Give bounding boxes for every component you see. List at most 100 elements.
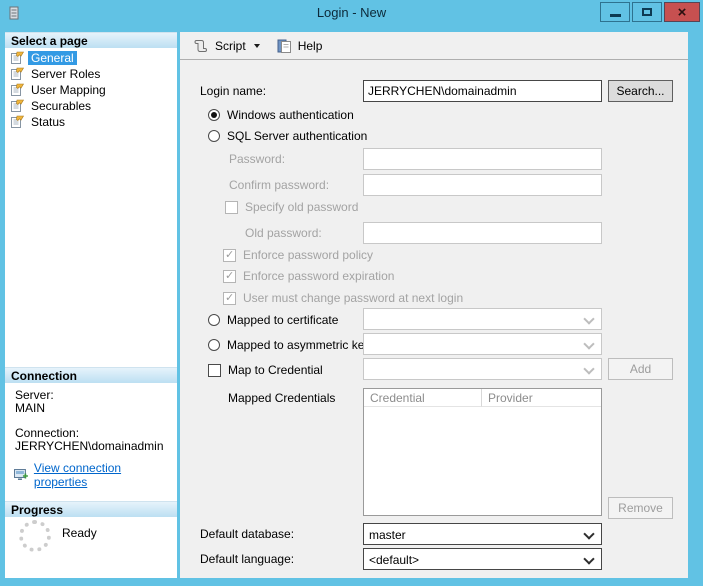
sidebar-item-label: Server Roles [31,67,101,81]
enforce-policy-label: Enforce password policy [243,248,374,262]
script-icon [194,39,207,52]
checkbox-checked-icon [223,291,236,305]
progress-spinner-icon [19,520,51,552]
window-title: Login - New [316,5,387,20]
confirm-password-label: Confirm password: [229,178,330,192]
sidebar-item-general[interactable]: General [9,50,77,66]
login-name-input[interactable] [363,80,602,102]
view-connection-properties-link[interactable]: View connection properties [34,461,177,489]
script-dropdown-icon[interactable] [253,43,260,48]
script-button-label: Script [215,38,246,53]
remove-button: Remove [608,497,673,519]
connection-properties-icon [13,469,28,480]
minimize-icon [609,14,621,17]
mapped-asymmetric-label: Mapped to asymmetric key [227,338,371,352]
radio-unselected-icon [208,314,220,326]
mapped-certificate-label: Mapped to certificate [227,313,339,327]
default-database-label: Default database: [200,527,295,541]
help-button-label: Help [297,38,323,53]
checkbox-icon [225,200,238,214]
select-a-page-header: Select a page [5,32,177,48]
help-button[interactable]: Help [272,36,327,56]
sidebar-item-user-mapping[interactable]: User Mapping [9,82,109,98]
sql-auth-radio[interactable]: SQL Server authentication [208,129,367,143]
checkbox-icon [208,363,221,377]
chevron-down-icon[interactable] [583,528,595,540]
chevron-down-icon [583,363,595,375]
window-controls: × [600,2,700,22]
enforce-expiration-checkbox: Enforce password expiration [223,269,394,283]
radio-unselected-icon [208,130,220,142]
page-icon [11,51,25,64]
login-new-dialog: Login - New × Select a page General Serv… [0,0,703,586]
server-value: MAIN [15,401,45,415]
page-icon [11,67,25,80]
radio-selected-icon [208,109,220,121]
confirm-password-input [363,174,602,196]
default-language-combobox[interactable]: <default> [363,548,602,570]
progress-status: Ready [62,526,97,540]
sidebar-item-label: General [28,51,77,65]
minimize-button[interactable] [600,2,630,22]
connection-label: Connection: [15,426,80,440]
sql-auth-label: SQL Server authentication [227,129,368,143]
table-header-row: Credential Provider [364,389,601,407]
old-password-label: Old password: [245,226,322,240]
mapped-credentials-label: Mapped Credentials [228,391,336,405]
script-button[interactable]: Script [188,36,264,56]
login-name-label: Login name: [200,84,267,98]
add-button: Add [608,358,673,380]
page-icon [11,115,25,128]
help-icon [277,39,291,53]
titlebar[interactable]: Login - New × [0,0,703,26]
default-database-combobox[interactable]: master [363,523,602,545]
default-language-label: Default language: [200,552,295,566]
credential-column-header[interactable]: Credential [364,389,482,407]
page-icon [11,99,25,112]
close-icon: × [677,3,687,21]
asymmetric-key-combobox [363,333,602,355]
page-icon [11,83,25,96]
must-change-label: User must change password at next login [243,291,464,305]
password-label: Password: [229,152,286,166]
connection-value: JERRYCHEN\domainadmin [15,439,164,453]
enforce-policy-checkbox: Enforce password policy [223,248,373,262]
sidebar: Select a page General Server Roles User … [5,32,177,578]
main-panel: Script Help Login name: Search... Window… [180,32,688,578]
windows-auth-radio[interactable]: Windows authentication [208,108,354,122]
maximize-icon [642,8,652,16]
toolbar: Script Help [180,32,688,60]
specify-old-password-label: Specify old password [245,200,359,214]
maximize-button[interactable] [632,2,662,22]
mapped-credentials-table[interactable]: Credential Provider [363,388,602,516]
checkbox-checked-icon [223,269,236,283]
sidebar-item-label: User Mapping [31,83,106,97]
chevron-down-icon [583,313,595,325]
checkbox-checked-icon [223,248,236,262]
search-button[interactable]: Search... [608,80,673,102]
password-input [363,148,602,170]
close-button[interactable]: × [664,2,700,22]
mapped-certificate-radio[interactable]: Mapped to certificate [208,313,338,327]
map-credential-checkbox[interactable]: Map to Credential [208,363,323,377]
mapped-asymmetric-radio[interactable]: Mapped to asymmetric key [208,338,370,352]
sidebar-item-server-roles[interactable]: Server Roles [9,66,103,82]
specify-old-password-checkbox: Specify old password [225,200,358,214]
radio-unselected-icon [208,339,220,351]
connection-header: Connection [5,367,177,383]
sidebar-item-label: Securables [31,99,92,113]
enforce-expiration-label: Enforce password expiration [243,269,395,283]
default-language-value: <default> [369,553,420,567]
sidebar-item-status[interactable]: Status [9,114,68,130]
map-credential-label: Map to Credential [228,363,323,377]
chevron-down-icon [583,338,595,350]
default-database-value: master [369,528,406,542]
sidebar-item-securables[interactable]: Securables [9,98,94,114]
view-connection-properties[interactable]: View connection properties [13,461,177,489]
chevron-down-icon[interactable] [583,553,595,565]
progress-header: Progress [5,501,177,517]
must-change-checkbox: User must change password at next login [223,291,463,305]
windows-auth-label: Windows authentication [227,108,354,122]
provider-column-header[interactable]: Provider [482,389,601,407]
server-label: Server: [15,388,54,402]
